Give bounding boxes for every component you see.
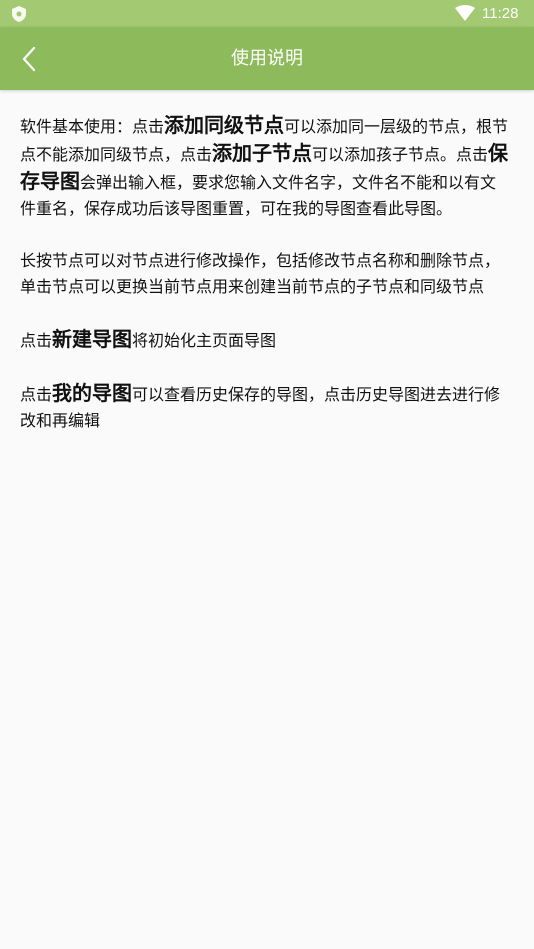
back-button[interactable] <box>12 41 48 77</box>
wifi-icon <box>455 5 475 21</box>
status-time: 11:28 <box>482 5 519 22</box>
text-segment: 会弹出输入框，要求您输入文件名字，文件名不能和以有文件重名，保存成功后该导图重置… <box>20 173 497 218</box>
text-segment: 点击 <box>20 385 53 404</box>
chevron-left-icon <box>22 46 36 72</box>
status-bar: 11:28 <box>0 0 534 27</box>
paragraph-new-map: 点击新建导图将初始化主页面导图 <box>20 326 510 354</box>
highlight-new-map: 新建导图 <box>52 327 133 351</box>
highlight-add-sibling-node: 添加同级节点 <box>164 113 285 137</box>
text-segment: 将初始化主页面导图 <box>132 331 277 350</box>
paragraph-my-maps: 点击我的导图可以查看历史保存的导图，点击历史导图进去进行修改和再编辑 <box>20 380 510 434</box>
page-title: 使用说明 <box>231 48 303 69</box>
instructions-content: 软件基本使用：点击添加同级节点可以添加同一层级的节点，根节点不能添加同级节点，点… <box>20 112 510 460</box>
highlight-add-child-node: 添加子节点 <box>212 141 313 165</box>
paragraph-basic-usage: 软件基本使用：点击添加同级节点可以添加同一层级的节点，根节点不能添加同级节点，点… <box>20 112 510 222</box>
shield-icon <box>12 6 26 22</box>
text-segment: 可以添加孩子节点。点击 <box>312 145 489 164</box>
text-segment: 长按节点可以对节点进行修改操作，包括修改节点名称和删除节点，单击节点可以更换当前… <box>20 251 501 296</box>
text-segment: 软件基本使用：点击 <box>20 117 165 136</box>
app-bar: 使用说明 <box>0 27 534 90</box>
highlight-my-maps: 我的导图 <box>52 381 133 405</box>
paragraph-long-press: 长按节点可以对节点进行修改操作，包括修改节点名称和删除节点，单击节点可以更换当前… <box>20 248 510 300</box>
text-segment: 点击 <box>20 331 53 350</box>
